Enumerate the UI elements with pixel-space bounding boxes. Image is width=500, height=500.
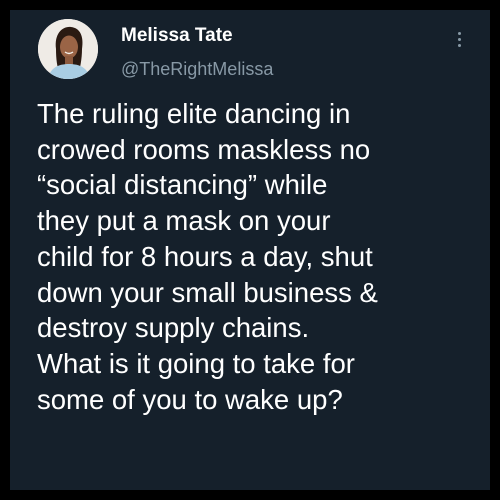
tweet-text-line: “social distancing” while	[37, 169, 328, 201]
tweet-text: The ruling elite dancing in crowed rooms…	[37, 96, 483, 417]
tweet-text-line: What is it going to take for	[37, 347, 355, 379]
tweet-card[interactable]: Melissa Tate @TheRightMelissa The ruling…	[10, 10, 490, 490]
tweet-text-line: down your small business &	[37, 276, 378, 308]
tweet-text-line: they put a mask on your	[37, 205, 331, 237]
tweet-text-line: destroy supply chains.	[37, 312, 310, 344]
author-display-name[interactable]: Melissa Tate	[121, 25, 233, 47]
tweet-text-line: some of you to wake up?	[37, 383, 343, 415]
more-dot	[457, 37, 461, 41]
more-dot	[457, 43, 461, 47]
author-avatar[interactable]	[38, 19, 98, 79]
screenshot-frame: Melissa Tate @TheRightMelissa The ruling…	[0, 0, 500, 500]
profile-photo-icon	[38, 19, 98, 79]
tweet-text-line: child for 8 hours a day, shut	[37, 240, 373, 272]
author-handle[interactable]: @TheRightMelissa	[121, 58, 273, 80]
tweet-text-line: The ruling elite dancing in	[37, 98, 351, 129]
more-options-icon[interactable]	[448, 24, 470, 54]
tweet-text-line: crowed rooms maskless no	[37, 133, 371, 165]
more-dot	[457, 31, 461, 35]
